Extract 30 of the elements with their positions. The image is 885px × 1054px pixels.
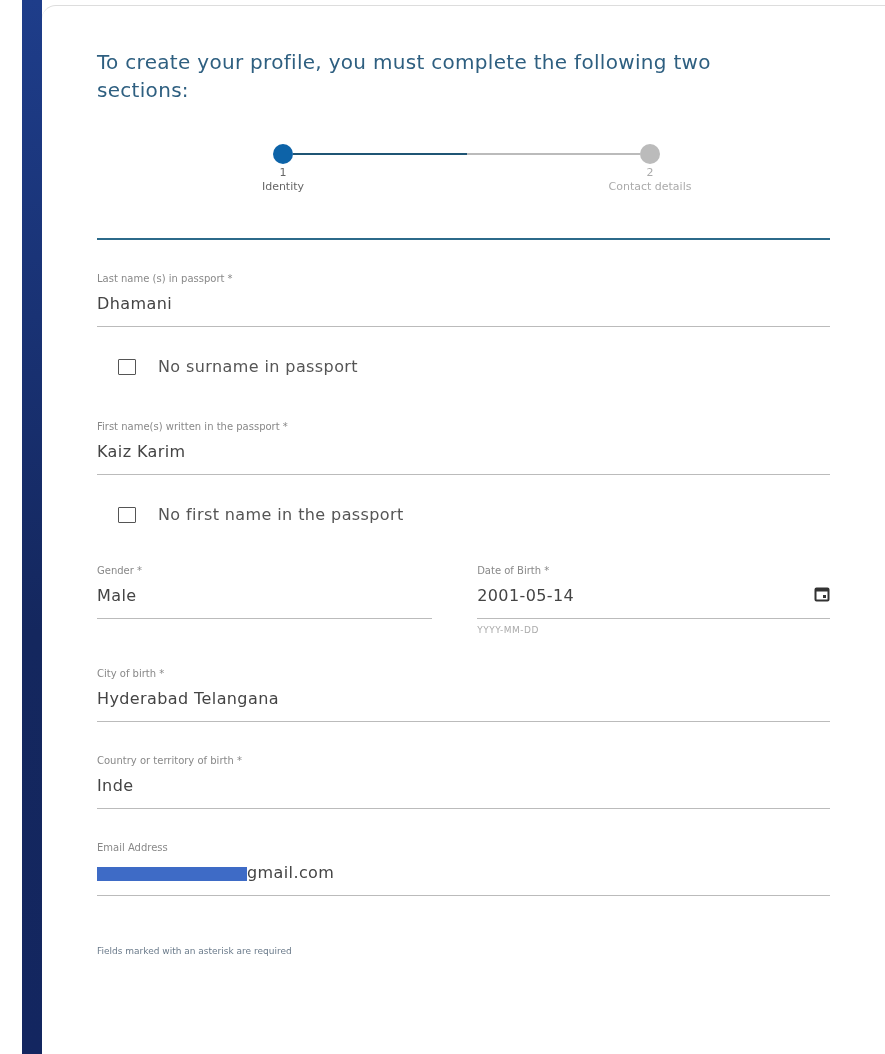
field-label: Email Address (97, 841, 169, 855)
field-hint: YYYY-MM-DD (477, 625, 540, 635)
field-label: Gender * (97, 564, 144, 578)
stepper-step[interactable]: 1 Identity (227, 144, 339, 216)
field-value: Hyderabad Telangana (97, 689, 279, 708)
field-value: gmail.com (247, 863, 335, 882)
input-field[interactable]: First name(s) written in the passport * Kaiz Karim (97, 420, 830, 475)
checkbox-label: No first name in the passport (158, 505, 404, 524)
input-field[interactable]: Gender * Male (97, 564, 433, 619)
input-field[interactable]: Last name (s) in passport * Dhamani (97, 272, 830, 327)
field-label: First name(s) written in the passport * (97, 420, 289, 434)
field-value: Kaiz Karim (97, 442, 186, 461)
field-value: Inde (97, 776, 134, 795)
field-value: Dhamani (97, 294, 173, 313)
input-field[interactable]: Country or territory of birth * Inde (97, 754, 830, 809)
form-intro: To create your profile, you must complete the following two sections: (97, 49, 712, 104)
checkbox[interactable] (118, 358, 136, 375)
input-field[interactable]: Date of Birth * 2001-05-14 (477, 564, 830, 619)
field-label: Date of Birth * (477, 564, 551, 578)
input-field[interactable]: City of birth * Hyderabad Telangana (97, 667, 830, 722)
calendar-icon[interactable] (814, 586, 830, 602)
checkbox[interactable] (118, 506, 136, 523)
field-value: Male (97, 586, 137, 605)
field-label: City of birth * (97, 667, 166, 681)
input-field[interactable]: Email Address gmail.com (97, 841, 830, 896)
field-label: Last name (s) in passport * (97, 272, 234, 286)
required-note: Fields marked with an asterisk are required (97, 946, 293, 956)
field-value: 2001-05-14 (477, 586, 575, 605)
checkbox-label: No surname in passport (158, 357, 358, 376)
field-label: Country or territory of birth * (97, 754, 243, 768)
